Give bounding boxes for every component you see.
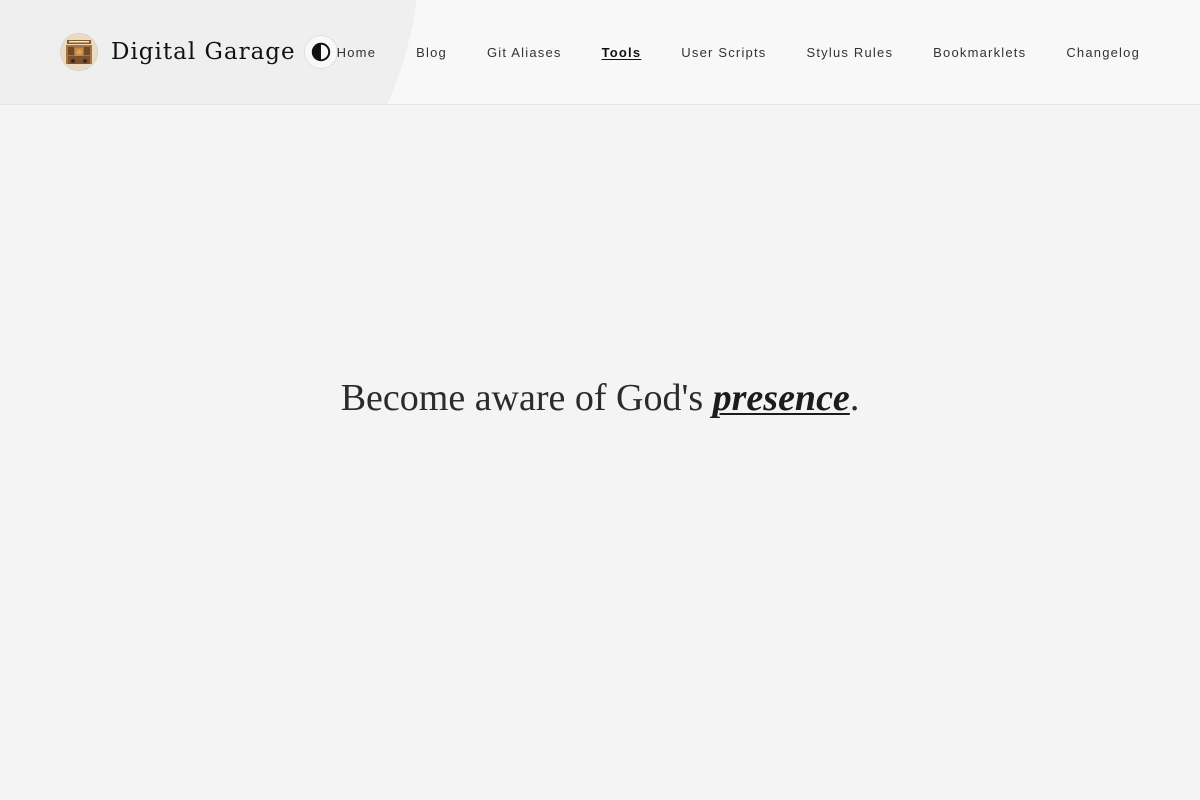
site-header: Digital Garage Home Blog Git Aliases Too… [0,0,1200,105]
theme-toggle-button[interactable] [303,35,338,69]
nav-item-bookmarklets[interactable]: Bookmarklets [933,45,1026,60]
brand: Digital Garage [60,32,338,72]
garage-logo-icon[interactable] [60,33,98,71]
nav-item-stylus-rules[interactable]: Stylus Rules [807,45,894,60]
half-circle-contrast-icon [311,42,330,62]
hero-quote: Become aware of God's presence. [0,373,1200,423]
nav-item-changelog[interactable]: Changelog [1066,45,1140,60]
nav-item-user-scripts[interactable]: User Scripts [681,45,766,60]
nav-item-home[interactable]: Home [337,45,376,60]
hero-text-end: . [849,377,860,419]
main-nav: Home Blog Git Aliases Tools User Scripts… [337,0,1140,104]
page: Digital Garage Home Blog Git Aliases Too… [0,0,1200,800]
hero-text: Become aware of God's [340,377,713,419]
nav-item-blog[interactable]: Blog [416,45,447,60]
hero-emphasis-link[interactable]: presence [713,377,850,419]
nav-item-tools[interactable]: Tools [602,45,642,60]
nav-item-git-aliases[interactable]: Git Aliases [487,45,562,60]
site-title[interactable]: Digital Garage [111,32,296,72]
